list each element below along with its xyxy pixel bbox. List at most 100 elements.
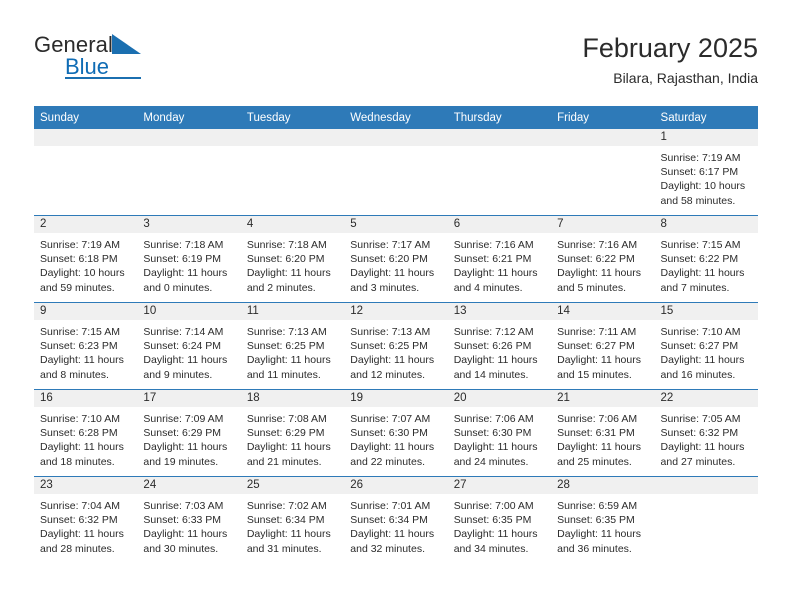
triangle-flag-icon — [112, 34, 141, 54]
daylight-text-line1: Daylight: 11 hours — [557, 267, 641, 280]
calendar-day-cell[interactable]: 21 Sunrise: 7:06 AM Sunset: 6:31 PM Dayligh… — [551, 389, 655, 477]
day-number: 24 — [137, 477, 241, 494]
calendar-day-cell[interactable]: 15 Sunrise: 7:10 AM Sunset: 6:27 PM Dayligh… — [654, 302, 758, 390]
calendar-day-cell[interactable]: 8 Sunrise: 7:15 AM Sunset: 6:22 PM Daylight… — [654, 215, 758, 303]
day-number: 1 — [654, 129, 758, 146]
weekday-header-saturday: Saturday — [654, 106, 758, 129]
day-number: 14 — [551, 303, 655, 320]
sunrise-text: Sunrise: 6:59 AM — [557, 500, 638, 512]
daylight-text-line1: Daylight: 11 hours — [453, 528, 538, 541]
daylight-text-line1: Daylight: 11 hours — [660, 354, 745, 367]
daylight-text-line1: Daylight: 11 hours — [246, 267, 331, 280]
sunset-text: Sunset: 6:22 PM — [557, 253, 635, 266]
calendar-day-cell[interactable]: 9 Sunrise: 7:15 AM Sunset: 6:23 PM Daylight… — [34, 302, 138, 390]
day-details — [34, 146, 137, 151]
daylight-text-line1: Daylight: 11 hours — [453, 354, 538, 367]
calendar-day-cell[interactable]: 4 Sunrise: 7:18 AM Sunset: 6:20 PM Daylight… — [240, 215, 345, 303]
daylight-text-line1: Daylight: 11 hours — [350, 267, 435, 280]
calendar-day-cell[interactable]: 20 Sunrise: 7:06 AM Sunset: 6:30 PM Dayligh… — [447, 389, 552, 477]
sunrise-text: Sunrise: 7:04 AM — [40, 500, 120, 512]
day-number: 10 — [137, 303, 241, 320]
daylight-text-line1: Daylight: 11 hours — [143, 441, 228, 454]
day-details: Sunrise: 7:19 AM Sunset: 6:17 PM Daylight:… — [655, 146, 758, 208]
daylight-text-line1: Daylight: 11 hours — [246, 354, 331, 367]
calendar-day-cell[interactable]: 10 Sunrise: 7:14 AM Sunset: 6:24 PM Dayligh… — [137, 302, 241, 390]
calendar-day-cell[interactable]: 18 Sunrise: 7:08 AM Sunset: 6:29 PM Dayligh… — [240, 389, 345, 477]
day-number — [240, 129, 345, 146]
day-details — [137, 146, 240, 151]
daylight-text-line2: and 28 minutes. — [40, 542, 115, 555]
calendar-day-cell[interactable]: 6 Sunrise: 7:16 AM Sunset: 6:21 PM Daylight… — [447, 215, 552, 303]
daylight-text-line2: and 30 minutes. — [143, 542, 219, 555]
sunrise-text: Sunrise: 7:13 AM — [246, 326, 327, 338]
calendar-day-cell[interactable]: 22 Sunrise: 7:05 AM Sunset: 6:32 PM Dayligh… — [654, 389, 758, 477]
day-details: Sunrise: 7:17 AM Sunset: 6:20 PM Daylight:… — [344, 233, 447, 295]
day-details: Sunrise: 7:07 AM Sunset: 6:30 PM Daylight:… — [344, 407, 447, 469]
calendar-day-cell[interactable]: 28 Sunrise: 6:59 AM Sunset: 6:35 PM Dayligh… — [551, 476, 655, 563]
calendar-day-cell[interactable] — [137, 129, 241, 216]
calendar-day-cell[interactable] — [447, 129, 552, 216]
daylight-text-line2: and 34 minutes. — [453, 542, 529, 555]
daylight-text-line1: Daylight: 11 hours — [246, 528, 331, 541]
calendar-day-cell[interactable]: 11 Sunrise: 7:13 AM Sunset: 6:25 PM Dayligh… — [240, 302, 345, 390]
calendar-day-cell[interactable] — [34, 129, 138, 216]
sunset-text: Sunset: 6:19 PM — [143, 253, 222, 266]
daylight-text-line1: Daylight: 11 hours — [40, 441, 124, 454]
calendar-day-cell[interactable]: 25 Sunrise: 7:02 AM Sunset: 6:34 PM Dayligh… — [240, 476, 345, 563]
calendar-day-cell[interactable] — [551, 129, 655, 216]
sunset-text: Sunset: 6:25 PM — [246, 340, 325, 353]
day-number: 11 — [240, 303, 345, 320]
sunrise-text: Sunrise: 7:17 AM — [350, 239, 431, 251]
sunrise-text: Sunrise: 7:15 AM — [40, 326, 120, 338]
calendar-day-cell[interactable]: 1 Sunrise: 7:19 AM Sunset: 6:17 PM Daylight… — [654, 129, 758, 216]
daylight-text-line2: and 0 minutes. — [143, 281, 213, 294]
calendar-day-cell[interactable]: 27 Sunrise: 7:00 AM Sunset: 6:35 PM Dayligh… — [447, 476, 552, 563]
sunset-text: Sunset: 6:29 PM — [246, 427, 325, 440]
day-number: 17 — [137, 390, 241, 407]
calendar-day-cell[interactable]: 16 Sunrise: 7:10 AM Sunset: 6:28 PM Dayligh… — [34, 389, 138, 477]
sunset-text: Sunset: 6:31 PM — [557, 427, 635, 440]
calendar-day-cell[interactable]: 12 Sunrise: 7:13 AM Sunset: 6:25 PM Dayligh… — [344, 302, 448, 390]
sunrise-text: Sunrise: 7:01 AM — [350, 500, 431, 512]
daylight-text-line2: and 21 minutes. — [246, 455, 322, 468]
calendar-day-cell[interactable]: 17 Sunrise: 7:09 AM Sunset: 6:29 PM Dayligh… — [137, 389, 241, 477]
day-number: 12 — [344, 303, 448, 320]
calendar-day-cell[interactable]: 24 Sunrise: 7:03 AM Sunset: 6:33 PM Dayligh… — [137, 476, 241, 563]
day-details: Sunrise: 7:14 AM Sunset: 6:24 PM Daylight:… — [137, 320, 240, 382]
calendar-day-cell[interactable]: 13 Sunrise: 7:12 AM Sunset: 6:26 PM Dayligh… — [447, 302, 552, 390]
day-number: 6 — [447, 216, 552, 233]
sunrise-text: Sunrise: 7:18 AM — [143, 239, 224, 251]
daylight-text-line2: and 27 minutes. — [660, 455, 736, 468]
day-number: 7 — [551, 216, 655, 233]
day-details: Sunrise: 7:10 AM Sunset: 6:27 PM Daylight:… — [655, 320, 758, 382]
calendar-day-cell[interactable]: 3 Sunrise: 7:18 AM Sunset: 6:19 PM Daylight… — [137, 215, 241, 303]
weekday-header-tuesday: Tuesday — [240, 106, 345, 129]
brand-logo[interactable]: General Blue — [34, 32, 234, 90]
calendar-day-cell[interactable]: 2 Sunrise: 7:19 AM Sunset: 6:18 PM Daylight… — [34, 215, 138, 303]
day-details: Sunrise: 7:05 AM Sunset: 6:32 PM Daylight:… — [655, 407, 758, 469]
calendar-day-cell[interactable]: 7 Sunrise: 7:16 AM Sunset: 6:22 PM Daylight… — [551, 215, 655, 303]
calendar-day-cell[interactable] — [344, 129, 448, 216]
calendar-day-cell[interactable]: 19 Sunrise: 7:07 AM Sunset: 6:30 PM Dayligh… — [344, 389, 448, 477]
calendar-week-row: 1 Sunrise: 7:19 AM Sunset: 6:17 PM Daylight… — [34, 129, 758, 216]
calendar-day-cell[interactable] — [240, 129, 345, 216]
calendar-table: Sunday Monday Tuesday Wednesday Thursday… — [34, 106, 758, 563]
day-number: 22 — [654, 390, 758, 407]
calendar-day-cell[interactable]: 5 Sunrise: 7:17 AM Sunset: 6:20 PM Daylight… — [344, 215, 448, 303]
sunset-text: Sunset: 6:21 PM — [453, 253, 532, 266]
day-number: 16 — [34, 390, 138, 407]
calendar-day-cell[interactable]: 14 Sunrise: 7:11 AM Sunset: 6:27 PM Dayligh… — [551, 302, 655, 390]
day-number — [344, 129, 448, 146]
sunrise-text: Sunrise: 7:11 AM — [557, 326, 637, 338]
title-block: February 2025 Bilara, Rajasthan, India — [582, 32, 758, 87]
day-number: 9 — [34, 303, 138, 320]
day-details: Sunrise: 7:06 AM Sunset: 6:30 PM Daylight:… — [448, 407, 551, 469]
sunset-text: Sunset: 6:20 PM — [246, 253, 325, 266]
calendar-day-cell[interactable]: 26 Sunrise: 7:01 AM Sunset: 6:34 PM Dayligh… — [344, 476, 448, 563]
sunrise-text: Sunrise: 7:14 AM — [143, 326, 224, 338]
daylight-text-line1: Daylight: 10 hours — [40, 267, 125, 280]
day-details — [655, 494, 758, 499]
calendar-day-cell[interactable] — [654, 476, 758, 563]
sunset-text: Sunset: 6:35 PM — [557, 514, 635, 527]
calendar-day-cell[interactable]: 23 Sunrise: 7:04 AM Sunset: 6:32 PM Dayligh… — [34, 476, 138, 563]
